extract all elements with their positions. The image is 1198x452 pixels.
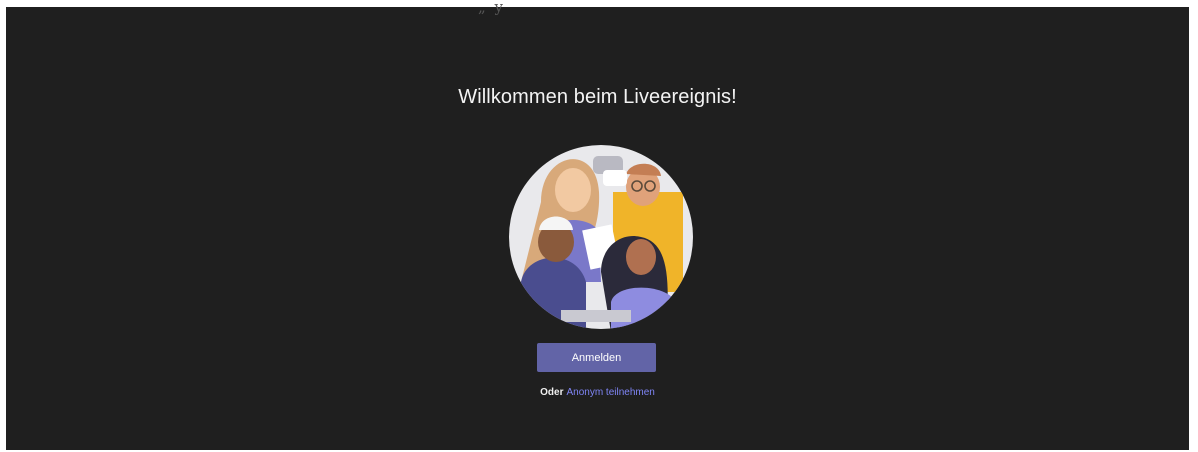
or-label: Oder xyxy=(540,387,564,398)
live-event-welcome-screen: „ y Willkommen beim Liveereignis! Anmeld… xyxy=(6,0,1189,450)
people-group-illustration xyxy=(509,145,693,329)
alternative-join: Oder Anonym teilnehmen xyxy=(6,387,1189,398)
page-title: Willkommen beim Liveereignis! xyxy=(458,86,737,108)
partial-caption-text: „ y xyxy=(478,0,506,16)
join-anonymously-link[interactable]: Anonym teilnehmen xyxy=(566,387,654,398)
signin-button[interactable]: Anmelden xyxy=(537,343,656,372)
